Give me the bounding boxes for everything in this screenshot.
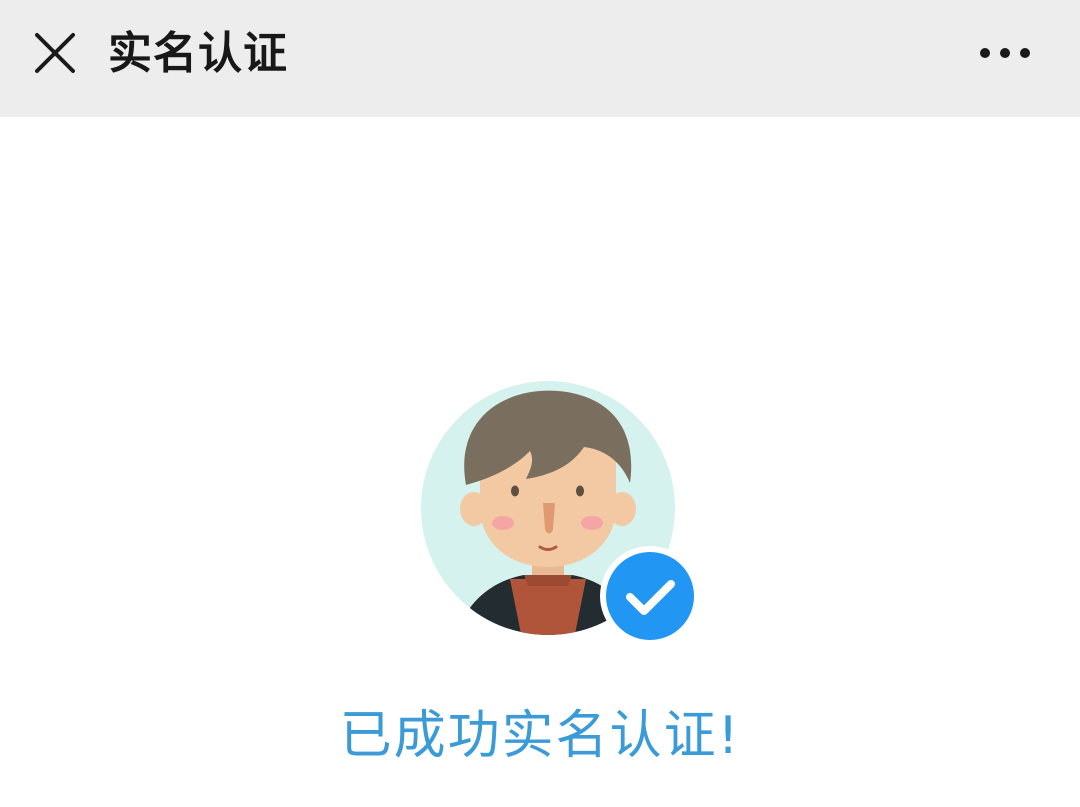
verification-success-text: 已成功实名认证!	[339, 706, 741, 766]
page-title: 实名认证	[108, 28, 288, 79]
close-icon	[24, 22, 86, 84]
close-button[interactable]	[24, 22, 86, 84]
more-options-button[interactable]	[968, 28, 1044, 78]
top-bar: 实名认证	[0, 0, 1080, 117]
check-circle-icon	[600, 546, 700, 646]
more-dots-icon	[968, 28, 1044, 78]
main-content: 已成功实名认证!	[0, 117, 1080, 807]
